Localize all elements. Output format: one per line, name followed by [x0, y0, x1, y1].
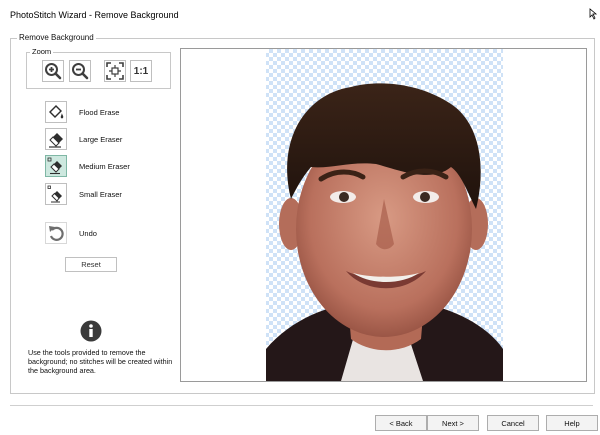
zoom-out-button[interactable] [69, 60, 91, 82]
fit-to-window-icon [106, 62, 124, 80]
undo-button[interactable] [45, 222, 67, 244]
flood-erase-icon [49, 105, 64, 119]
info-icon [80, 320, 102, 342]
photo-canvas[interactable] [180, 48, 587, 382]
footer-separator [10, 405, 593, 406]
eraser-icon [49, 133, 63, 148]
zoom-in-icon [45, 63, 62, 80]
undo-label: Undo [79, 229, 97, 238]
tool-label-small-eraser: Small Eraser [79, 190, 122, 199]
cancel-button[interactable]: Cancel [487, 415, 539, 431]
medium-eraser-button[interactable] [45, 155, 67, 177]
large-eraser-button[interactable] [45, 128, 67, 150]
back-button[interactable]: < Back [375, 415, 427, 431]
eraser-icon [47, 185, 62, 203]
zoom-in-button[interactable] [42, 60, 64, 82]
photo-preview [266, 49, 503, 381]
help-button[interactable]: Help [546, 415, 598, 431]
resize-cursor-icon [589, 8, 598, 20]
actual-size-icon: 1:1 [133, 65, 149, 77]
small-eraser-button[interactable] [45, 183, 67, 205]
info-text: Use the tools provided to remove the bac… [28, 348, 173, 375]
zoom-label: Zoom [30, 47, 54, 56]
zoom-out-icon [72, 63, 89, 80]
reset-button[interactable]: Reset [65, 257, 117, 272]
flood-erase-button[interactable] [45, 101, 67, 123]
window-title: PhotoStitch Wizard - Remove Background [10, 10, 179, 20]
tool-label-large-eraser: Large Eraser [79, 135, 123, 144]
next-button[interactable]: Next > [427, 415, 479, 431]
tool-label-medium-eraser: Medium Eraser [79, 162, 130, 171]
undo-icon [49, 226, 64, 241]
tool-label-flood-erase: Flood Erase [79, 108, 120, 117]
actual-size-button[interactable]: 1:1 [130, 60, 152, 82]
eraser-icon [47, 157, 62, 175]
fit-to-window-button[interactable] [104, 60, 126, 82]
group-label: Remove Background [17, 33, 96, 42]
title-bar: PhotoStitch Wizard - Remove Background [0, 0, 600, 30]
